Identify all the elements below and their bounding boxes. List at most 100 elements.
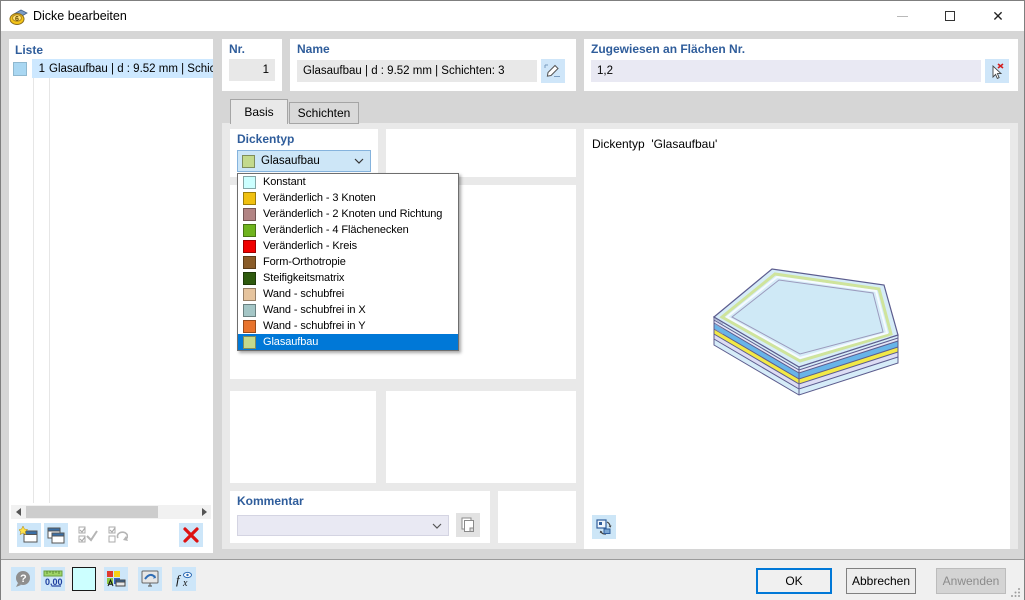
dickentyp-groupbox: Dickentyp Glasaufbau	[230, 129, 378, 177]
maximize-button[interactable]	[927, 1, 973, 31]
tab-schichten-label: Schichten	[297, 106, 351, 120]
kommentar-label: Kommentar	[237, 494, 304, 508]
column-divider	[33, 59, 34, 503]
nr-groupbox: Nr. 1	[222, 39, 282, 91]
scrollbar-thumb[interactable]	[26, 506, 158, 518]
nr-label: Nr.	[229, 42, 246, 56]
dickentyp-combobox[interactable]: Glasaufbau	[237, 150, 371, 172]
name-label: Name	[297, 42, 330, 56]
selected-type-label: Glasaufbau	[261, 155, 320, 167]
option-steifigkeitsmatrix[interactable]: Steifigkeitsmatrix	[238, 270, 458, 286]
close-button[interactable]: ✕	[975, 1, 1021, 31]
close-icon: ✕	[992, 8, 1004, 24]
name-groupbox: Name Glasaufbau | d : 9.52 mm | Schichte…	[290, 39, 576, 91]
chevron-down-icon	[354, 158, 364, 164]
list-item-thickness-1[interactable]: 1 Glasaufbau | d : 9.52 mm | Schic	[9, 59, 213, 78]
scroll-right-arrow[interactable]	[197, 505, 211, 519]
liste-panel: Liste 1 Glasaufbau | d : 9.52 mm | Schic	[9, 39, 213, 553]
option-swatch	[243, 191, 256, 205]
assigned-surfaces-groupbox: Zugewiesen an Flächen Nr. 1,2	[584, 39, 1018, 91]
right-arrow-icon	[201, 508, 207, 516]
option-wand-schubfrei-x[interactable]: Wand - schubfrei in X	[238, 302, 458, 318]
window-title: Dicke bearbeiten	[33, 9, 127, 23]
tab-basis[interactable]: Basis	[230, 99, 288, 124]
option-veraenderlich-4-flaechenecken[interactable]: Veränderlich - 4 Flächenecken	[238, 222, 458, 238]
new-thickness-button[interactable]	[17, 523, 41, 547]
formula-button[interactable]: f x	[172, 567, 196, 591]
empty-groupbox-bottom-right	[386, 391, 576, 483]
checkbox-refresh-icon	[108, 526, 128, 543]
option-wand-schubfrei[interactable]: Wand - schubfrei	[238, 286, 458, 302]
help-button[interactable]: ?	[11, 567, 35, 591]
name-field: Glasaufbau | d : 9.52 mm | Schichten: 3	[297, 60, 537, 82]
select-surfaces-button[interactable]	[985, 59, 1009, 83]
liste-label: Liste	[15, 43, 44, 57]
units-settings-button[interactable]: 0,00	[41, 567, 65, 591]
horizontal-scrollbar[interactable]	[11, 505, 211, 519]
invert-selection-button	[106, 523, 130, 547]
list-item-number: 1	[38, 62, 45, 75]
resize-grip[interactable]	[1011, 587, 1021, 597]
option-swatch	[243, 239, 256, 253]
cancel-button[interactable]: Abbrechen	[846, 568, 916, 594]
copy-thickness-button[interactable]	[44, 523, 68, 547]
apply-button-label: Anwenden	[942, 574, 1000, 588]
rotate-view-button[interactable]	[592, 515, 616, 539]
comment-copy-button[interactable]	[456, 513, 480, 537]
svg-text:6: 6	[15, 16, 19, 23]
option-glasaufbau[interactable]: Glasaufbau	[238, 334, 458, 350]
delete-thickness-button[interactable]	[179, 523, 203, 547]
option-label: Wand - schubfrei in Y	[263, 320, 366, 332]
title-bar: 6 Dicke bearbeiten ✕	[1, 1, 1024, 31]
option-swatch	[243, 287, 256, 301]
chevron-down-icon	[432, 523, 442, 529]
option-form-orthotropie[interactable]: Form-Orthotropie	[238, 254, 458, 270]
preview-title: Dickentyp 'Glasaufbau'	[592, 137, 718, 151]
list-item-text: Glasaufbau | d : 9.52 mm | Schic	[49, 62, 213, 75]
left-arrow-icon	[15, 508, 21, 516]
scroll-left-arrow[interactable]	[11, 505, 25, 519]
option-label: Veränderlich - 3 Knoten	[263, 192, 376, 204]
column-divider	[49, 59, 50, 503]
units-icon: 0,00	[43, 570, 63, 587]
rotate-view-icon	[596, 519, 612, 535]
kommentar-combobox[interactable]	[237, 515, 449, 536]
preview-panel: Dickentyp 'Glasaufbau'	[584, 129, 1010, 549]
option-swatch	[243, 223, 256, 237]
pencil-icon	[544, 64, 560, 77]
pages-icon	[461, 517, 474, 532]
option-swatch	[243, 303, 256, 317]
dickentyp-dropdown-list: Konstant Veränderlich - 3 Knoten Verände…	[237, 173, 459, 351]
option-veraenderlich-3-knoten[interactable]: Veränderlich - 3 Knoten	[238, 190, 458, 206]
option-label: Veränderlich - Kreis	[263, 240, 357, 252]
minimize-button[interactable]	[879, 1, 925, 31]
apply-button: Anwenden	[936, 568, 1006, 594]
empty-groupbox-bottom-left	[230, 391, 376, 483]
tab-basis-label: Basis	[244, 105, 274, 119]
option-veraenderlich-kreis[interactable]: Veränderlich - Kreis	[238, 238, 458, 254]
option-swatch	[243, 175, 256, 189]
option-label: Glasaufbau	[263, 336, 319, 348]
option-swatch	[243, 335, 256, 349]
option-swatch	[243, 207, 256, 221]
assigned-surfaces-field[interactable]: 1,2	[591, 60, 981, 82]
option-veraenderlich-2-knoten-richtung[interactable]: Veränderlich - 2 Knoten und Richtung	[238, 206, 458, 222]
option-wand-schubfrei-y[interactable]: Wand - schubfrei in Y	[238, 318, 458, 334]
selected-type-swatch	[242, 154, 255, 168]
option-swatch	[243, 271, 256, 285]
assigned-surfaces-label: Zugewiesen an Flächen Nr.	[591, 42, 746, 56]
rename-button[interactable]	[541, 59, 565, 83]
ok-button[interactable]: OK	[756, 568, 832, 594]
bottom-bar: ? 0,00 f x OK Abbrechen Anwenden	[1, 559, 1024, 600]
option-label: Veränderlich - 2 Knoten und Richtung	[263, 208, 443, 220]
option-label: Steifigkeitsmatrix	[263, 272, 345, 284]
tab-schichten[interactable]: Schichten	[289, 102, 359, 124]
svg-text:?: ?	[20, 573, 27, 585]
option-konstant[interactable]: Konstant	[238, 174, 458, 190]
display-properties-button[interactable]	[138, 567, 162, 591]
option-label: Wand - schubfrei	[263, 288, 345, 300]
color-swatch-button[interactable]	[72, 567, 96, 591]
fx-eye-icon: f x	[176, 571, 192, 588]
display-colors-button[interactable]	[104, 567, 128, 591]
glass-layup-3d-preview	[712, 268, 899, 396]
